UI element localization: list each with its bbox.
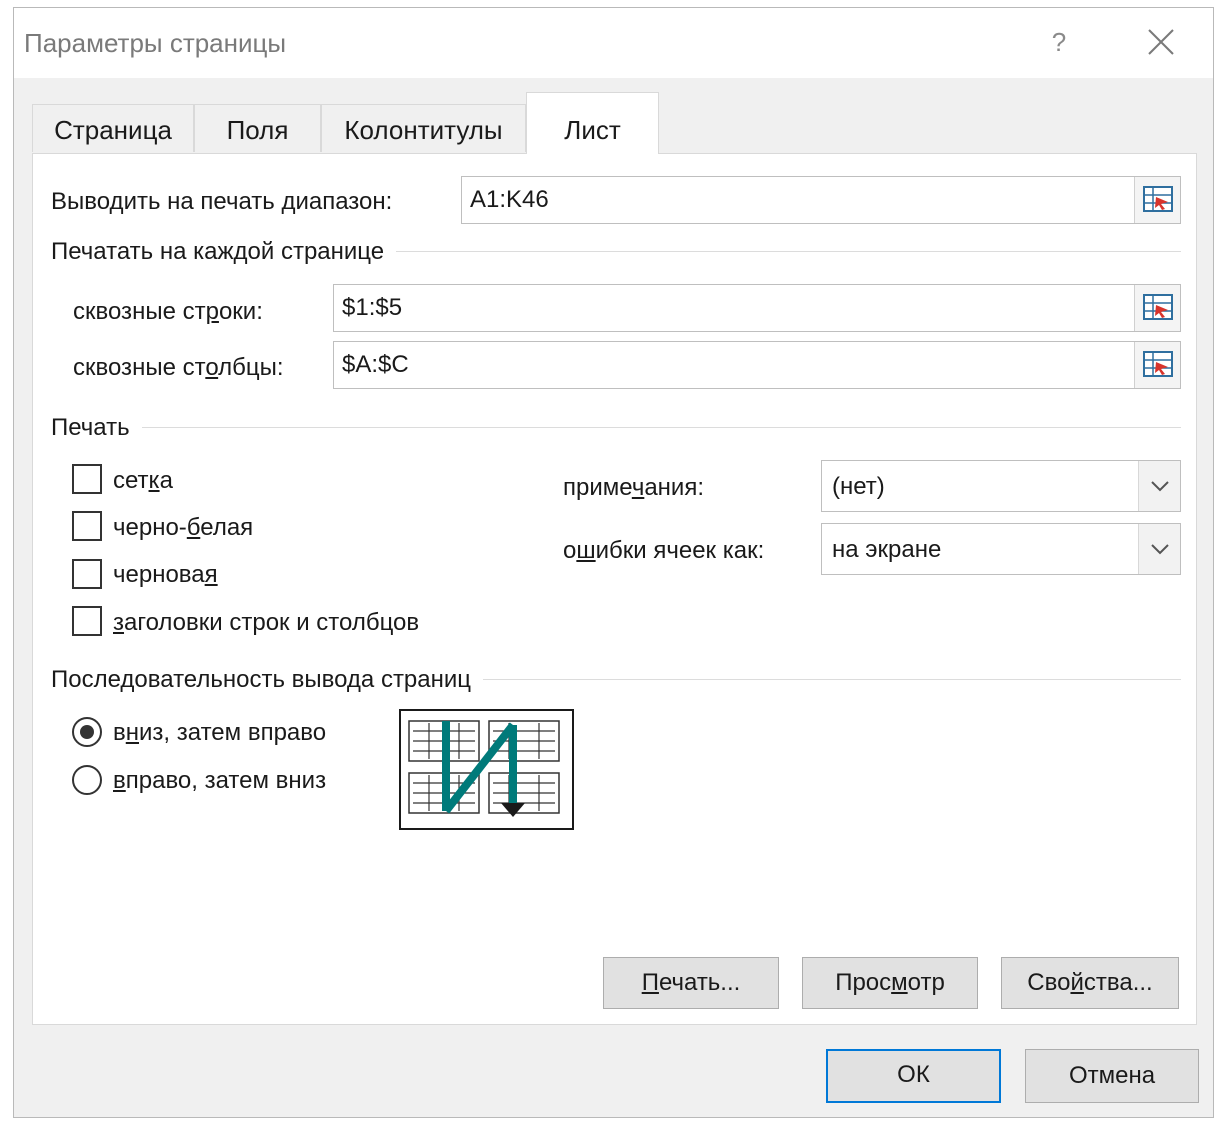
tab-sheet[interactable]: Лист xyxy=(526,92,659,154)
title-bar: Параметры страницы ? xyxy=(14,8,1213,78)
rows-to-repeat-input[interactable] xyxy=(333,284,1181,332)
print-area-collapse-button[interactable] xyxy=(1134,177,1180,223)
help-button[interactable]: ? xyxy=(1044,24,1074,60)
row-col-headings-checkbox[interactable] xyxy=(72,606,102,636)
window-title: Параметры страницы xyxy=(24,28,287,58)
columns-to-repeat-input[interactable] xyxy=(333,341,1181,389)
comments-label: примечания: xyxy=(563,474,704,501)
chevron-down-icon xyxy=(1151,544,1169,555)
gridlines-label: сетка xyxy=(113,467,173,494)
cell-errors-dropdown-button[interactable] xyxy=(1138,524,1180,574)
down-then-over-radio[interactable] xyxy=(72,717,102,747)
draft-quality-label: черновая xyxy=(113,561,218,588)
range-select-icon xyxy=(1143,351,1173,377)
tab-bar: Страница Поля Колонтитулы Лист xyxy=(32,92,1197,154)
gridlines-checkbox[interactable] xyxy=(72,464,102,494)
radio-selected-dot xyxy=(80,725,94,739)
columns-collapse-button[interactable] xyxy=(1134,342,1180,388)
close-icon xyxy=(1148,29,1174,55)
row-col-headings-label: заголовки строк и столбцов xyxy=(113,609,420,636)
down-then-over-label: вниз, затем вправо xyxy=(113,719,327,746)
comments-dropdown-button[interactable] xyxy=(1138,461,1180,511)
print-titles-group-label: Печатать на каждой странице xyxy=(51,238,397,266)
columns-to-repeat-label: сквозные столбцы: xyxy=(73,354,284,381)
page-order-preview xyxy=(399,709,574,830)
print-preview-button[interactable]: Просмотр xyxy=(802,957,978,1009)
page-order-group-label: Последовательность вывода страниц xyxy=(51,666,484,694)
cell-errors-label: ошибки ячеек как: xyxy=(563,537,765,564)
tab-page[interactable]: Страница xyxy=(32,104,194,152)
over-then-down-radio[interactable] xyxy=(72,765,102,795)
page-order-diagram-icon xyxy=(408,720,560,817)
page-setup-dialog: Параметры страницы ? Страница Поля Колон… xyxy=(13,7,1214,1118)
print-button[interactable]: Печать... xyxy=(603,957,779,1009)
range-select-icon xyxy=(1143,294,1173,320)
properties-button[interactable]: Свойства... xyxy=(1001,957,1179,1009)
print-group-divider xyxy=(51,427,1181,428)
cancel-button[interactable]: Отмена xyxy=(1025,1049,1199,1103)
cell-errors-value: на экране xyxy=(832,536,942,563)
over-then-down-label: вправо, затем вниз xyxy=(113,767,327,794)
comments-select[interactable]: (нет) xyxy=(821,460,1181,512)
black-and-white-checkbox[interactable] xyxy=(72,511,102,541)
print-area-label: Выводить на печать диапазон: xyxy=(51,188,393,215)
sheet-tab-panel: Выводить на печать диапазон: Печатать на… xyxy=(32,153,1197,1025)
range-select-icon xyxy=(1143,186,1173,212)
print-area-input[interactable] xyxy=(461,176,1181,224)
close-button[interactable] xyxy=(1139,22,1183,62)
rows-collapse-button[interactable] xyxy=(1134,285,1180,331)
tab-margins[interactable]: Поля xyxy=(194,104,321,152)
ok-button[interactable]: ОК xyxy=(826,1049,1001,1103)
comments-value: (нет) xyxy=(832,473,885,500)
print-group-label: Печать xyxy=(51,414,142,442)
draft-quality-checkbox[interactable] xyxy=(72,559,102,589)
tab-header-footer[interactable]: Колонтитулы xyxy=(321,104,526,152)
black-and-white-label: черно-белая xyxy=(113,514,254,541)
chevron-down-icon xyxy=(1151,481,1169,492)
cell-errors-select[interactable]: на экране xyxy=(821,523,1181,575)
rows-to-repeat-label: сквозные строки: xyxy=(73,298,263,325)
